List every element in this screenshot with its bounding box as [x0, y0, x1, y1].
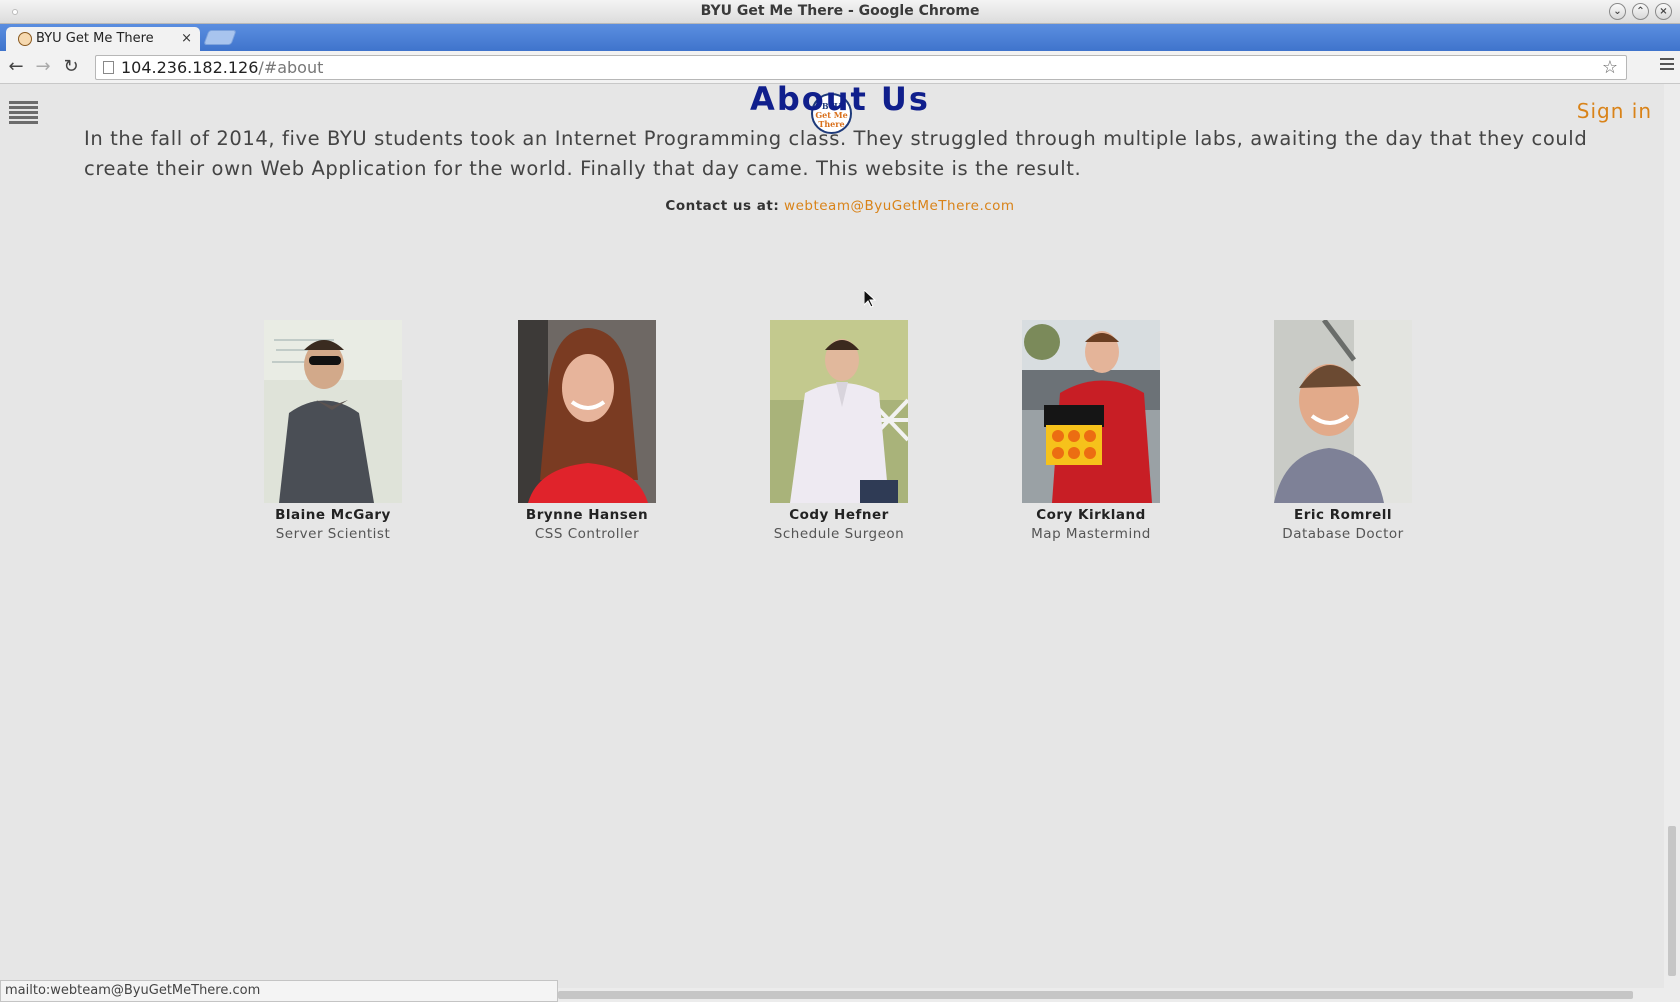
reload-button[interactable]: ↻ — [60, 56, 82, 78]
member-role: Database Doctor — [1282, 526, 1404, 542]
vertical-scroll-thumb[interactable] — [1668, 826, 1676, 976]
member-role: CSS Controller — [534, 526, 640, 542]
member-role: Server Scientist — [275, 526, 391, 542]
contact-line: Contact us at: webteam@ByuGetMeThere.com — [0, 198, 1680, 214]
member-photo — [518, 320, 656, 503]
tab-strip: BYU Get Me There × — [0, 24, 1680, 51]
window-title: BYU Get Me There - Google Chrome — [700, 3, 980, 19]
tab-title: BYU Get Me There — [36, 31, 154, 46]
member-name: Cory Kirkland — [1036, 507, 1146, 523]
about-intro: In the fall of 2014, five BYU students t… — [84, 127, 1588, 180]
member-role: Map Mastermind — [1031, 526, 1151, 542]
team-member: Cody Hefner Schedule Surgeon — [739, 320, 939, 542]
window-menu-dot[interactable] — [12, 9, 18, 15]
status-bar: mailto:webteam@ByuGetMeThere.com — [0, 980, 558, 1002]
forward-button[interactable]: → — [32, 56, 54, 78]
window-title-bar: BYU Get Me There - Google Chrome ⌄ ⌃ × — [0, 0, 1680, 24]
contact-label: Contact us at: — [665, 198, 780, 214]
member-photo — [770, 320, 908, 503]
tab-close-icon[interactable]: × — [181, 27, 192, 51]
address-bar[interactable]: 104.236.182.126/#about ☆ — [95, 55, 1627, 80]
favicon-icon — [18, 32, 32, 46]
member-photo — [1274, 320, 1412, 503]
minimize-button[interactable]: ⌄ — [1609, 3, 1626, 20]
member-name: Brynne Hansen — [525, 507, 649, 523]
vertical-scrollbar[interactable] — [1664, 84, 1680, 988]
close-window-button[interactable]: × — [1655, 3, 1672, 20]
url-path: /#about — [258, 58, 324, 77]
member-role: Schedule Surgeon — [773, 526, 905, 542]
bookmark-star-icon[interactable]: ☆ — [1602, 56, 1618, 79]
member-photo — [1022, 320, 1160, 503]
member-name: Blaine McGary — [275, 507, 391, 523]
horizontal-scroll-thumb[interactable] — [558, 991, 1633, 999]
mouse-cursor-icon — [864, 290, 876, 308]
member-photo — [264, 320, 402, 503]
team-member: Eric Romrell Database Doctor — [1243, 320, 1443, 542]
browser-tab[interactable]: BYU Get Me There × — [6, 27, 200, 51]
chrome-menu-icon[interactable] — [1660, 58, 1674, 73]
member-name: Cody Hefner — [789, 507, 889, 523]
contact-email-link[interactable]: webteam@ByuGetMeThere.com — [784, 198, 1015, 214]
team-member: Blaine McGary Server Scientist — [233, 320, 433, 542]
team-member: Cory Kirkland Map Mastermind — [991, 320, 1191, 542]
page-title: About Us — [750, 80, 930, 118]
member-name: Eric Romrell — [1293, 507, 1392, 523]
maximize-button[interactable]: ⌃ — [1632, 3, 1649, 20]
url-host: 104.236.182.126 — [121, 58, 259, 77]
horizontal-scrollbar[interactable] — [558, 988, 1680, 1002]
new-tab-button[interactable] — [203, 30, 237, 45]
back-button[interactable]: ← — [5, 56, 27, 78]
window-controls: ⌄ ⌃ × — [1609, 3, 1672, 20]
page-icon — [103, 61, 114, 74]
team-member: Brynne Hansen CSS Controller — [487, 320, 687, 542]
